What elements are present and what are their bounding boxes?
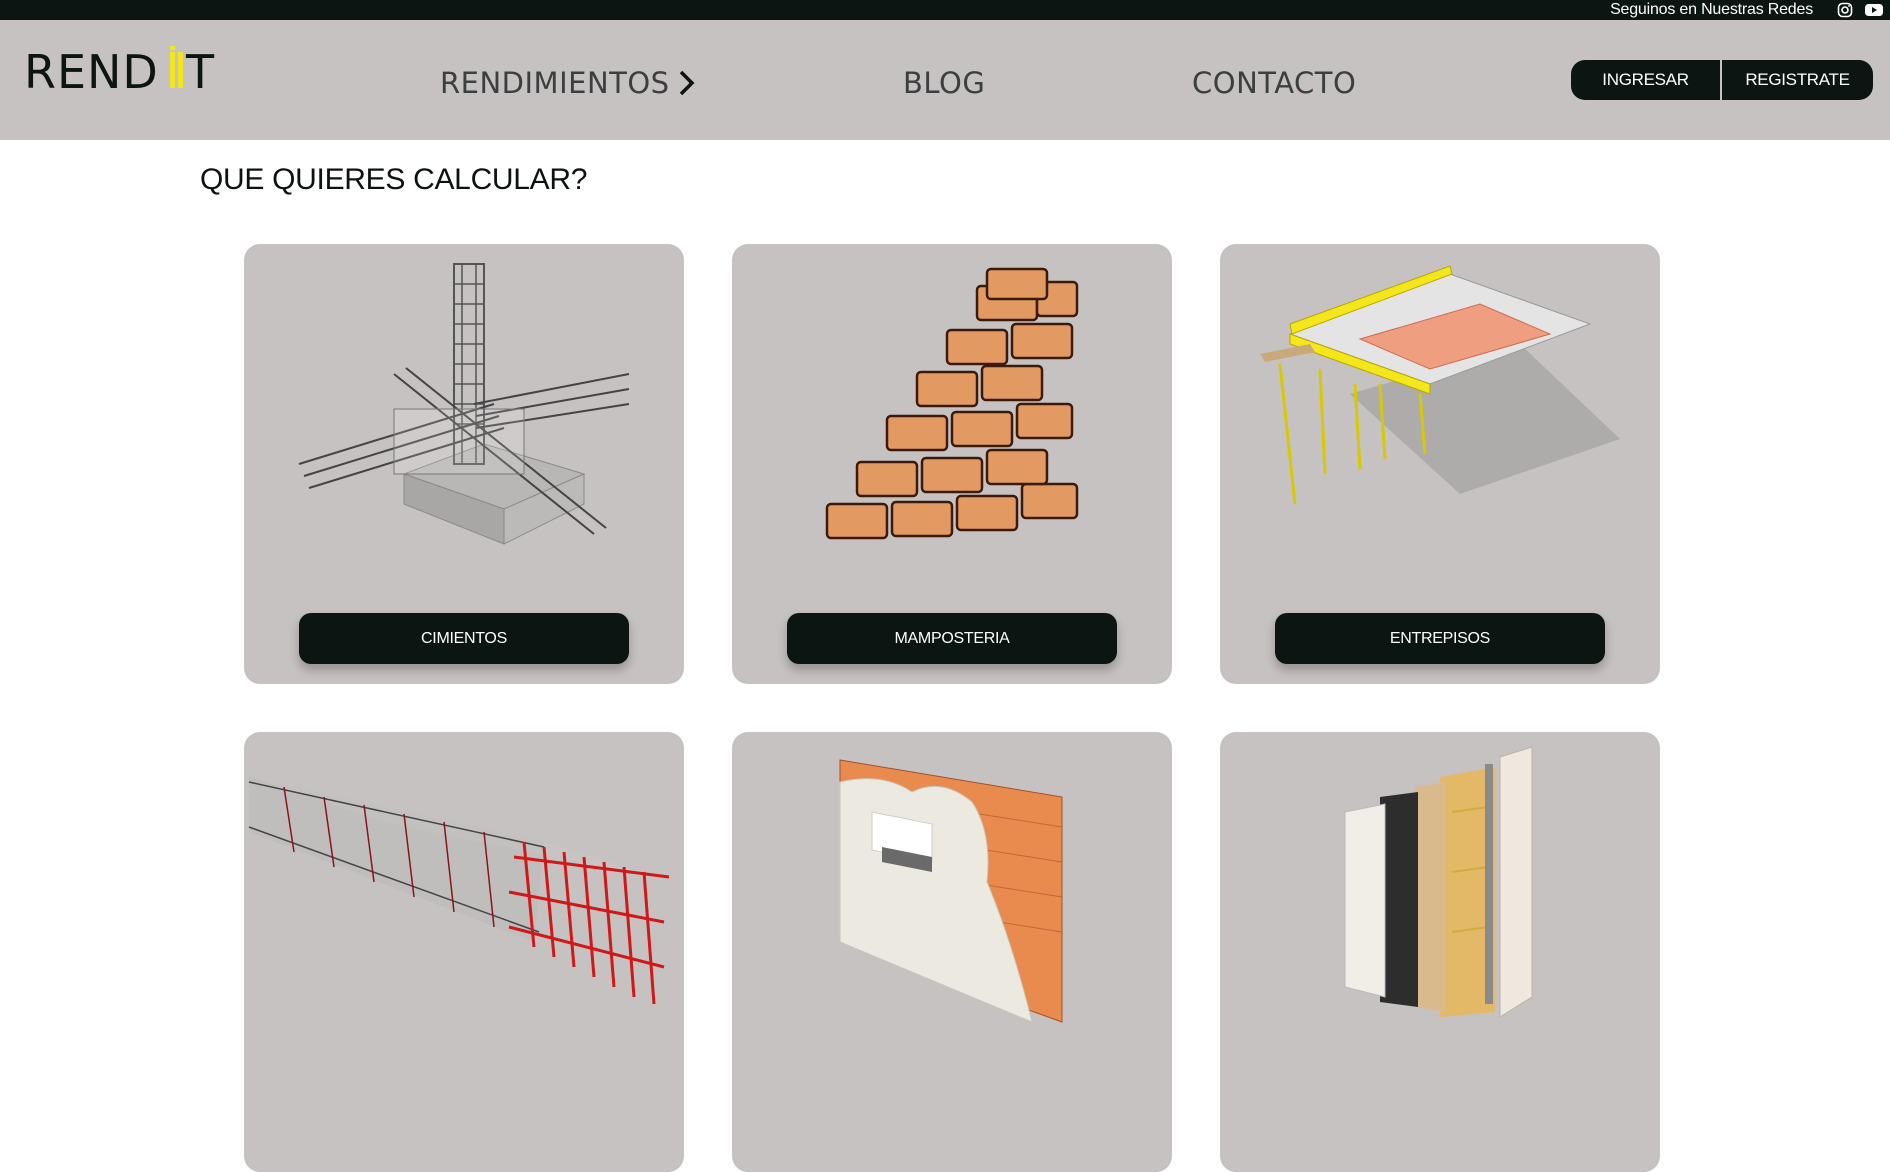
page-title: QUE QUIERES CALCULAR? bbox=[200, 163, 588, 196]
card-entrepisos[interactable]: ENTREPISOS bbox=[1220, 244, 1660, 684]
svg-text:T: T bbox=[185, 46, 215, 96]
cimientos-illustration bbox=[298, 263, 630, 545]
card-vigas[interactable] bbox=[244, 732, 684, 1172]
register-button[interactable]: REGISTRATE bbox=[1722, 60, 1873, 100]
login-button[interactable]: INGRESAR bbox=[1571, 60, 1720, 100]
nav-rendimientos-label: RENDIMIENTOS bbox=[440, 66, 670, 100]
nav-rendimientos[interactable]: RENDIMIENTOS bbox=[440, 66, 696, 100]
nav-blog[interactable]: BLOG bbox=[903, 66, 985, 100]
social-text: Seguinos en Nuestras Redes bbox=[1610, 1, 1813, 18]
youtube-icon[interactable] bbox=[1864, 2, 1884, 18]
cimientos-button[interactable]: CIMIENTOS bbox=[299, 613, 629, 664]
entrepisos-button[interactable]: ENTREPISOS bbox=[1275, 613, 1605, 664]
header: REND T RENDIMIENTOS BLOG CONTACTO INGRES… bbox=[0, 20, 1890, 140]
rendit-logo[interactable]: REND T bbox=[24, 46, 224, 96]
top-bar: Seguinos en Nuestras Redes bbox=[0, 0, 1890, 20]
svg-text:REND: REND bbox=[24, 46, 159, 96]
mamposteria-illustration bbox=[825, 267, 1079, 540]
entrepisos-illustration bbox=[1260, 265, 1620, 505]
nav-contacto[interactable]: CONTACTO bbox=[1192, 66, 1356, 100]
chevron-right-icon bbox=[679, 70, 695, 96]
tabiques-illustration bbox=[1344, 746, 1533, 1018]
vigas-illustration bbox=[248, 777, 674, 1005]
card-cimientos[interactable]: CIMIENTOS bbox=[244, 244, 684, 684]
revoques-illustration bbox=[839, 759, 1063, 1023]
card-revoques[interactable] bbox=[732, 732, 1172, 1172]
instagram-icon[interactable] bbox=[1837, 2, 1853, 18]
card-mamposteria[interactable]: MAMPOSTERIA bbox=[732, 244, 1172, 684]
mamposteria-button[interactable]: MAMPOSTERIA bbox=[787, 613, 1117, 664]
card-tabiques[interactable] bbox=[1220, 732, 1660, 1172]
